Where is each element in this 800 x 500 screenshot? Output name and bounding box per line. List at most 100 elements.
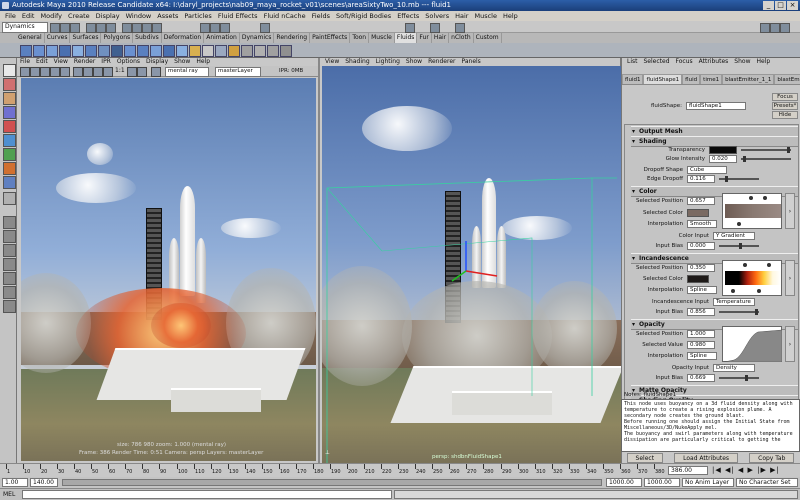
color-input-dropdown[interactable]: Y Gradient	[713, 232, 755, 240]
slider-knob[interactable]	[743, 156, 746, 162]
color-bias-field[interactable]: 0.000	[687, 242, 715, 250]
ramp-handle[interactable]	[757, 289, 761, 293]
z-field-icon[interactable]	[455, 23, 465, 33]
attr-menu-focus[interactable]: Focus	[673, 58, 696, 66]
opacity-ramp-expand-icon[interactable]: ›	[785, 326, 795, 362]
slider-knob[interactable]	[739, 243, 742, 249]
slider-knob[interactable]	[755, 309, 758, 315]
opacity-input-dropdown[interactable]: Density	[713, 364, 755, 372]
fluid-emitter-icon[interactable]	[46, 45, 58, 57]
incand-interp-dropdown[interactable]: Spline	[687, 286, 717, 294]
ipr-render-icon[interactable]	[210, 23, 220, 33]
viewport-menu-shading[interactable]: Shading	[342, 58, 372, 66]
new-scene-icon[interactable]	[50, 23, 60, 33]
menu-help[interactable]: Help	[500, 11, 521, 21]
custom-layout-icon[interactable]	[3, 300, 16, 313]
range-start-field[interactable]: 1.00	[2, 478, 28, 487]
opacity-value-field[interactable]: 0.980	[687, 341, 715, 349]
shelf-tab-general[interactable]: General	[16, 33, 45, 43]
tab-fluid[interactable]: fluid	[682, 74, 701, 84]
fluid-flame-icon[interactable]	[228, 45, 240, 57]
menu-set-dropdown[interactable]: Dynamics	[2, 22, 48, 33]
refresh-icon[interactable]	[40, 67, 50, 77]
viewport-menu-renderer[interactable]: Renderer	[425, 58, 458, 66]
render-region-icon[interactable]	[50, 67, 60, 77]
shelf-tab-painteffects[interactable]: PaintEffects	[310, 33, 351, 43]
slider-knob[interactable]	[745, 375, 748, 381]
side-by-side-layout-icon[interactable]	[3, 244, 16, 257]
ramp-handle[interactable]	[763, 196, 767, 200]
fluid-smoke-icon[interactable]	[202, 45, 214, 57]
attr-menu-list[interactable]: List	[624, 58, 641, 66]
render-menu-ipr[interactable]: IPR	[98, 58, 114, 66]
shelf-tab-fluids[interactable]: Fluids	[394, 33, 418, 43]
opacity-bias-slider[interactable]	[719, 375, 759, 381]
persp-outliner-layout-icon[interactable]	[3, 258, 16, 271]
fluid-2d-container-icon[interactable]	[33, 45, 45, 57]
render-menu-options[interactable]: Options	[114, 58, 143, 66]
ramp-handle[interactable]	[767, 263, 771, 267]
render-menu-show[interactable]: Show	[171, 58, 193, 66]
menu-create[interactable]: Create	[65, 11, 93, 21]
opacity-interp-dropdown[interactable]: Spline	[687, 352, 717, 360]
attr-menu-show[interactable]: Show	[731, 58, 753, 66]
persp-graph-layout-icon[interactable]	[3, 272, 16, 285]
luminance-icon[interactable]	[93, 67, 103, 77]
maximize-button[interactable]: □	[775, 1, 786, 10]
shelf-tab-dynamics[interactable]: Dynamics	[240, 33, 275, 43]
fluid-shelf-item-3-icon[interactable]	[267, 45, 279, 57]
x-field-icon[interactable]	[405, 23, 415, 33]
shelf-tab-deformation[interactable]: Deformation	[162, 33, 205, 43]
render-icon[interactable]	[200, 23, 210, 33]
fluid-state-icon[interactable]	[150, 45, 162, 57]
keep-image-icon[interactable]	[127, 67, 137, 77]
glow-intensity-slider[interactable]	[741, 156, 791, 162]
close-button[interactable]: ×	[787, 1, 798, 10]
shelf-tab-curves[interactable]: Curves	[45, 33, 71, 43]
incand-ramp-expand-icon[interactable]: ›	[785, 260, 795, 296]
lasso-tool-icon[interactable]	[3, 78, 16, 91]
fluid-shelf-item-4-icon[interactable]	[280, 45, 292, 57]
select-object-icon[interactable]	[96, 23, 106, 33]
renderer-dropdown[interactable]: mental ray	[165, 67, 209, 77]
display-image-icon[interactable]	[151, 67, 161, 77]
menu-effects[interactable]: Effects	[394, 11, 422, 21]
menu-fluid-ncache[interactable]: Fluid nCache	[261, 11, 309, 21]
command-input[interactable]	[22, 490, 392, 499]
attr-menu-selected[interactable]: Selected	[641, 58, 673, 66]
shelf-tab-fur[interactable]: Fur	[417, 33, 432, 43]
menu-window[interactable]: Window	[123, 11, 155, 21]
render-menu-display[interactable]: Display	[143, 58, 171, 66]
scale-tool-icon[interactable]	[3, 134, 16, 147]
current-frame-field[interactable]: 386.00	[668, 466, 708, 475]
select-hierarchy-icon[interactable]	[86, 23, 96, 33]
slider-knob[interactable]	[787, 147, 790, 153]
fluid-shelf-item-icon[interactable]	[241, 45, 253, 57]
alpha-channel-icon[interactable]	[83, 67, 93, 77]
tab-time1[interactable]: time1	[700, 74, 723, 84]
color-interp-dropdown[interactable]: Smooth	[687, 220, 717, 228]
copy-tab-button[interactable]: Copy Tab	[749, 453, 795, 463]
notes-textarea[interactable]: This node uses buoyancy on a 3d fluid de…	[621, 399, 800, 452]
render-settings-icon[interactable]	[220, 23, 230, 33]
time-slider[interactable]: 1 10 20 30 40 50 60 70 80 90 100 110 120 130 140 150 160…	[0, 463, 800, 477]
color-ramp-widget[interactable]	[722, 193, 782, 229]
redo-render-icon[interactable]	[20, 67, 30, 77]
glow-intensity-field[interactable]: 0.020	[709, 155, 737, 163]
incand-ramp-widget[interactable]	[722, 260, 782, 296]
menu-edit[interactable]: Edit	[19, 11, 38, 21]
input-field-icon[interactable]	[260, 23, 270, 33]
ramp-handle[interactable]	[737, 222, 741, 226]
select-component-icon[interactable]	[106, 23, 116, 33]
range-end-field[interactable]: 1000.00	[644, 478, 680, 487]
anim-layer-dropdown[interactable]: No Anim Layer	[682, 478, 734, 487]
range-inner-end-field[interactable]: 1000.00	[606, 478, 642, 487]
fluid-shelf-item-2-icon[interactable]	[254, 45, 266, 57]
shelf-tab-muscle[interactable]: Muscle	[369, 33, 395, 43]
fluid-explosion-icon[interactable]	[176, 45, 188, 57]
shape-name-field[interactable]: fluidShape1	[686, 102, 746, 110]
menu-fluid-effects[interactable]: Fluid Effects	[215, 11, 261, 21]
move-tool-icon[interactable]	[3, 106, 16, 119]
viewport-menu-lighting[interactable]: Lighting	[373, 58, 403, 66]
incand-bias-field[interactable]: 0.856	[687, 308, 715, 316]
